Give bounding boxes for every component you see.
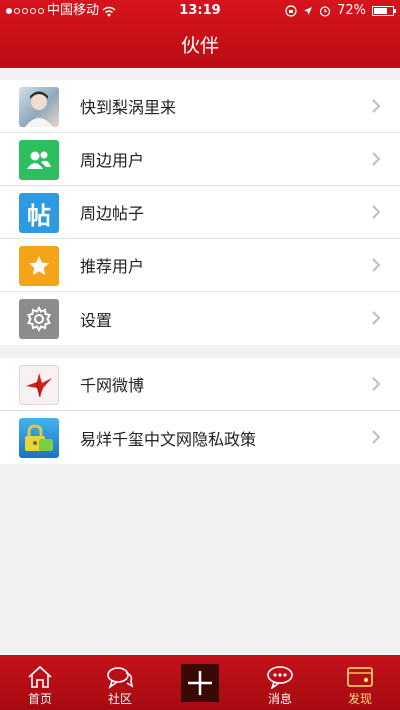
list-item-nearby-users[interactable]: 周边用户: [0, 133, 400, 186]
list-item-privacy-policy[interactable]: 易烊千玺中文网隐私政策: [0, 411, 400, 464]
tab-bar: 首页 社区 消息 发现: [0, 655, 400, 710]
list-item-label: 设置: [80, 310, 113, 330]
battery-percent: 72%: [337, 3, 366, 18]
tab-label: 消息: [267, 692, 292, 706]
list-group-secondary: 千网微博 易烊千玺中文网隐私政策: [0, 358, 400, 464]
list-item-recommended-users[interactable]: 推荐用户: [0, 239, 400, 292]
avatar: [19, 87, 59, 127]
location-icon: [304, 7, 313, 15]
list-item-label: 周边用户: [80, 151, 145, 170]
plus-button[interactable]: [181, 664, 219, 702]
home-icon: [28, 665, 52, 688]
people-icon: [19, 140, 59, 180]
tab-messages[interactable]: 消息: [240, 655, 320, 710]
alarm-icon: [319, 6, 331, 17]
chevron-right-icon: [372, 377, 381, 391]
message-icon: [267, 666, 293, 689]
chevron-right-icon: [372, 99, 381, 113]
list-item-label: 千网微博: [80, 376, 145, 395]
tab-label: 发现: [347, 692, 372, 706]
rotation-lock-icon: [285, 5, 297, 17]
header: 中国移动 13:19 72% 伙伴: [0, 0, 400, 68]
discover-icon: [347, 667, 373, 687]
list-item-weibo[interactable]: 千网微博: [0, 358, 400, 411]
tab-label: 首页: [27, 692, 52, 706]
lock-icon: [19, 418, 59, 458]
list-item-settings[interactable]: 设置: [0, 292, 400, 345]
list-item-nearby-posts[interactable]: 帖 周边帖子: [0, 186, 400, 239]
status-bar: 中国移动 13:19 72%: [0, 0, 400, 22]
tab-label: 社区: [107, 692, 132, 706]
list-item-label: 易烊千玺中文网隐私政策: [80, 429, 257, 449]
battery-icon: [372, 6, 396, 16]
tab-community[interactable]: 社区: [80, 655, 160, 710]
list-item-label: 快到梨涡里来: [80, 98, 177, 117]
chevron-right-icon: [372, 152, 381, 166]
list-item-profile[interactable]: 快到梨涡里来: [0, 80, 400, 133]
paper-crane-icon: [19, 365, 59, 405]
gear-icon: [19, 299, 59, 339]
star-icon: [19, 246, 59, 286]
tab-discover[interactable]: 发现: [320, 655, 400, 710]
chevron-right-icon: [372, 311, 381, 325]
plus-icon: [188, 671, 212, 695]
chevron-right-icon: [372, 430, 381, 444]
list-item-label: 推荐用户: [80, 257, 145, 276]
list-item-label: 周边帖子: [80, 204, 145, 223]
post-icon: 帖: [19, 193, 59, 233]
chevron-right-icon: [372, 258, 381, 272]
page-title: 伙伴: [180, 35, 219, 57]
list-group-main: 快到梨涡里来 周边用户 帖 周边帖子 推荐用户 设置: [0, 80, 400, 345]
chat-bubbles-icon: [107, 667, 134, 689]
chevron-right-icon: [372, 205, 381, 219]
tab-home[interactable]: 首页: [0, 655, 80, 710]
